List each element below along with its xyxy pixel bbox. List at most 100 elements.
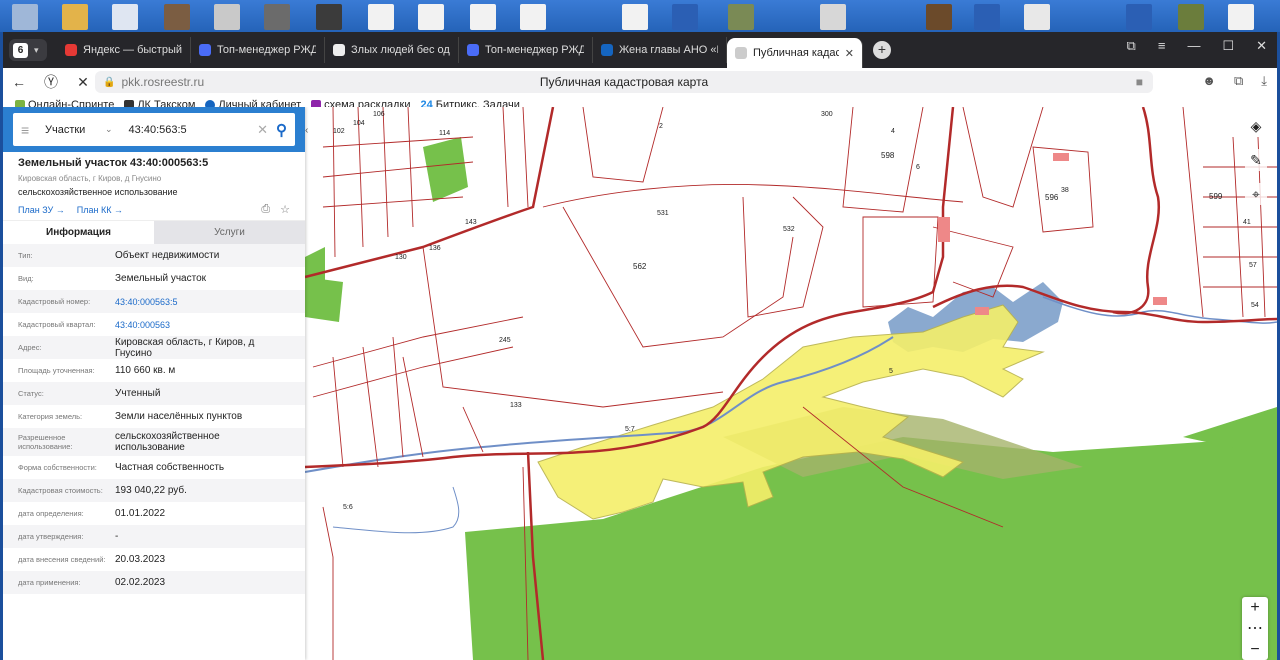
attribute-row: Тип: Объект недвижимости — [3, 244, 305, 267]
desktop-file-icon[interactable] — [418, 4, 444, 30]
download-icon[interactable]: ⤓ — [1261, 73, 1267, 89]
desktop-file-icon[interactable] — [820, 4, 846, 30]
building — [938, 217, 950, 242]
extension-icon[interactable]: ☻ — [1202, 73, 1216, 89]
collapse-panel-icon[interactable]: ‹ — [305, 125, 315, 139]
word-document-icon[interactable] — [974, 4, 1000, 30]
map-label: 143 — [465, 219, 477, 226]
attribute-value: 01.01.2022 — [115, 508, 166, 519]
tab-cadastral-map[interactable]: Публичная кадастрова ✕ — [727, 38, 863, 68]
desktop-file-icon[interactable] — [368, 4, 394, 30]
parcel-line — [322, 506, 334, 660]
close-tab-icon[interactable]: ✕ — [845, 47, 854, 60]
yandex-logo-icon[interactable]: Ⓨ — [43, 72, 59, 92]
map-label: 130 — [395, 254, 407, 261]
minimize-icon[interactable]: — — [1187, 38, 1200, 54]
attribute-label: Адрес: — [18, 343, 42, 352]
attribute-label: Статус: — [18, 389, 44, 398]
close-window-icon[interactable]: ✕ — [1256, 38, 1267, 54]
desktop-file-icon[interactable] — [520, 4, 546, 30]
word-document-icon[interactable] — [672, 4, 698, 30]
clear-icon[interactable]: ✕ — [257, 122, 268, 138]
attribute-row: Площадь уточненная: 110 660 кв. м — [3, 359, 305, 382]
star-icon[interactable]: ☆ — [280, 203, 290, 216]
desktop-file-icon[interactable] — [1178, 4, 1204, 30]
tab-yandex[interactable]: Яндекс — быстрый поиск — [57, 37, 191, 63]
recycle-bin-icon[interactable] — [12, 4, 38, 30]
attribute-row: Адрес: Кировская область, г Киров, д Гнус… — [3, 336, 305, 359]
tab-news[interactable]: Жена главы АНО «Цифр — [593, 37, 727, 63]
desktop-file-icon[interactable] — [622, 4, 648, 30]
attribute-label: Площадь уточненная: — [18, 366, 95, 375]
desktop-file-icon[interactable] — [316, 4, 342, 30]
word-document-icon[interactable] — [1126, 4, 1152, 30]
map-label: 6 — [916, 164, 920, 171]
parcel-line — [542, 184, 964, 208]
new-tab-button[interactable]: + — [873, 41, 891, 59]
menu-icon[interactable]: ≡ — [1158, 38, 1166, 54]
attribute-label: Форма собственности: — [18, 463, 97, 472]
map-label: 596 — [1045, 193, 1059, 202]
attribute-row: дата применения: 02.02.2023 — [3, 571, 305, 594]
plan-zu-link[interactable]: План ЗУ → — [18, 205, 65, 215]
search-box: ≡ Участки ⌄ 43:40:563:5 ✕ ⚲ — [13, 113, 295, 146]
attributes-table: Тип: Объект недвижимости Вид: Земельный уч… — [3, 244, 305, 594]
chevron-down-icon[interactable]: ⌄ — [105, 124, 113, 135]
map-toolbar: ◈ ✎ ⌖ — [1243, 115, 1269, 205]
attribute-value: 20.03.2023 — [115, 554, 166, 565]
tab-information[interactable]: Информация — [3, 221, 154, 244]
tab-rzd-1[interactable]: Топ-менеджер РЖД займ — [191, 37, 325, 63]
plan-kk-link[interactable]: План КК → — [77, 205, 123, 215]
attribute-row: Кадастровая стоимость: 193 040,22 руб. — [3, 479, 305, 502]
parcel-title: Земельный участок 43:40:000563:5 — [18, 157, 209, 169]
search-icon[interactable]: ⚲ — [276, 121, 287, 139]
parcel-actions: ⎙ ☆ — [261, 203, 290, 216]
zoom-out-button[interactable]: − — [1250, 639, 1259, 660]
parcel-header: Земельный участок 43:40:000563:5 Кировск… — [3, 152, 305, 216]
desktop-file-icon[interactable] — [164, 4, 190, 30]
forest-area-5 — [305, 277, 343, 322]
stop-loading-icon[interactable]: ✕ — [75, 74, 91, 91]
attribute-value: Земли населённых пунктов — [115, 411, 243, 422]
attribute-label: Кадастровая стоимость: — [18, 486, 103, 495]
layers-icon[interactable]: ◈ — [1245, 115, 1267, 137]
desktop-file-icon[interactable] — [728, 4, 754, 30]
tab-menu-icon[interactable]: ⧉ — [1127, 38, 1136, 54]
tab-services[interactable]: Услуги — [154, 221, 305, 244]
attribute-label: дата внесения сведений: — [18, 555, 106, 564]
cadastral-number-link[interactable]: 43:40:000563:5 — [115, 297, 290, 307]
desktop-file-icon[interactable] — [112, 4, 138, 30]
bookmark-icon[interactable]: ■ — [1136, 75, 1143, 89]
ruler-icon[interactable]: ✎ — [1245, 149, 1267, 171]
attribute-value: 193 040,22 руб. — [115, 485, 187, 496]
zoom-in-button[interactable]: + — [1250, 597, 1259, 618]
desktop-file-icon[interactable] — [214, 4, 240, 30]
desktop-app-icon[interactable] — [62, 4, 88, 30]
maximize-icon[interactable]: ☐ — [1222, 38, 1234, 54]
desktop-file-icon[interactable] — [1228, 4, 1254, 30]
tab-article[interactable]: Злых людей бес одевает — [325, 37, 459, 63]
tab-rzd-2[interactable]: Топ-менеджер РЖД займ — [459, 37, 593, 63]
attribute-value: Кировская область, г Киров, д Гнусино — [115, 336, 255, 359]
menu-icon[interactable]: ≡ — [21, 122, 37, 138]
collections-icon[interactable]: ⧉ — [1234, 73, 1243, 89]
address-bar[interactable]: 🔒 pkk.rosreestr.ru Публичная кадастровая… — [95, 71, 1153, 93]
tab-favicon-icon — [601, 44, 613, 56]
tab-favicon-icon — [735, 47, 747, 59]
map-label: 133 — [510, 402, 522, 409]
desktop-file-icon[interactable] — [926, 4, 952, 30]
back-arrow-icon[interactable]: ← — [11, 74, 27, 90]
print-icon[interactable]: ⎙ — [261, 203, 270, 216]
desktop-file-icon[interactable] — [264, 4, 290, 30]
desktop-file-icon[interactable] — [1024, 4, 1050, 30]
cadastral-quarter-link[interactable]: 43:40:000563 — [115, 320, 290, 330]
building — [975, 307, 989, 315]
more-options-button[interactable]: ⋯ — [1247, 618, 1263, 639]
tab-counter-button[interactable]: 6 ▾ — [9, 39, 47, 61]
locate-icon[interactable]: ⌖ — [1245, 183, 1267, 205]
search-type-select[interactable]: Участки — [45, 124, 97, 136]
tab-favicon-icon — [199, 44, 211, 56]
attribute-label: дата определения: — [18, 509, 84, 518]
search-input[interactable]: 43:40:563:5 — [129, 124, 250, 136]
desktop-file-icon[interactable] — [470, 4, 496, 30]
